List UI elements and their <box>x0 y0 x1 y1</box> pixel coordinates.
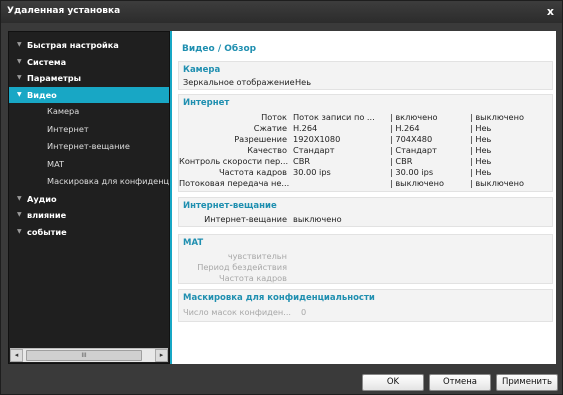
camera-heading: Камера <box>183 65 221 75</box>
privacy-heading: Маскировка для конфиденциальности <box>183 293 375 303</box>
stream3-value: | выключено <box>470 178 524 188</box>
content-panel: Видео / Обзор Камера Зеркальное отображе… <box>170 31 556 364</box>
tree-item-audio[interactable]: ▼ Аудио <box>9 191 169 208</box>
close-icon[interactable]: x <box>547 5 554 18</box>
stream2-value: | включено <box>390 112 438 122</box>
tree-subitem-privacy-mask[interactable]: Маскировка для конфиденци <box>9 173 169 191</box>
scroll-right-icon[interactable]: ▸ <box>155 349 168 362</box>
window-title: Удаленная установка <box>7 6 121 16</box>
mat-row: Период бездействия <box>179 262 554 273</box>
stream2-value: | H.264 <box>390 123 420 133</box>
internet-heading: Интернет <box>183 98 230 108</box>
expand-triangle-icon: ▼ <box>17 57 22 65</box>
stream1-value: Стандарт <box>293 145 335 155</box>
mirror-row: Зеркальное отображение Неь <box>179 77 554 88</box>
row-label: Сжатие <box>253 123 287 133</box>
broadcast-section: Интернет-вещание Интернет-вещание выключ… <box>178 197 553 227</box>
broadcast-value: выключено <box>293 214 342 224</box>
mat-label: Период бездействия <box>197 262 287 272</box>
collapse-triangle-icon: ▼ <box>17 90 22 98</box>
mat-heading: MAT <box>183 238 204 248</box>
tree-item-influence[interactable]: ▼ влияние <box>9 207 169 224</box>
camera-section: Камера Зеркальное отображение Неь <box>178 61 553 90</box>
mat-label: чувствительн <box>227 251 287 261</box>
row-label: Качество <box>247 145 287 155</box>
row-label: Контроль скорости пер... <box>179 156 289 166</box>
stream3-value: | выключено <box>470 112 524 122</box>
row-label: Поток <box>261 112 287 122</box>
stream2-value: | 30.00 ips <box>390 167 434 177</box>
stream1-value: 1920X1080 <box>293 134 341 144</box>
stream3-value: | Неь <box>470 134 492 144</box>
page-title: Видео / Обзор <box>182 44 257 54</box>
privacy-value: 0 <box>301 307 307 317</box>
privacy-row: Число масок конфиден... 0 <box>179 307 554 318</box>
mat-section: MAT чувствительн Период бездействия Част… <box>178 234 553 284</box>
mat-label: Частота кадров <box>219 273 287 283</box>
stream3-value: | Неь <box>470 123 492 133</box>
ok-button[interactable]: OK <box>362 374 424 391</box>
internet-row: Качество Стандарт | Стандарт | Неь <box>179 145 554 156</box>
tree-item-system[interactable]: ▼ Система <box>9 54 169 71</box>
expand-triangle-icon: ▼ <box>17 194 22 202</box>
internet-row: Разрешение 1920X1080 | 704X480 | Неь <box>179 134 554 145</box>
horizontal-scrollbar[interactable]: ◂ III ▸ <box>10 348 168 362</box>
stream2-value: | выключено <box>390 178 444 188</box>
stream1-value: Поток записи по ... <box>293 112 375 122</box>
mat-row: чувствительн <box>179 251 554 262</box>
stream1-value: 30.00 ips <box>293 167 331 177</box>
row-label: Разрешение <box>234 134 287 144</box>
expand-triangle-icon: ▼ <box>17 211 22 218</box>
scroll-thumb[interactable]: III <box>26 350 142 361</box>
stream1-value: H.264 <box>293 123 318 133</box>
remote-setup-window: Удаленная установка x ▼ Быстрая настройка… <box>0 0 563 395</box>
tree-item-parameters[interactable]: ▼ Параметры <box>9 70 169 87</box>
broadcast-row: Интернет-вещание выключено <box>179 214 554 225</box>
tree-subitem-mat[interactable]: MAT <box>9 156 169 174</box>
settings-tree: ▼ Быстрая настройка ▼ Система ▼ Параметры ▼… <box>9 32 169 347</box>
mirror-value: Неь <box>295 77 312 87</box>
privacy-label: Число масок конфиден... <box>183 307 292 317</box>
internet-row: Поток Поток записи по ... | включено | в… <box>179 112 554 123</box>
broadcast-label: Интернет-вещание <box>204 214 287 224</box>
stream2-value: | Стандарт <box>390 145 437 155</box>
internet-row: Частота кадров 30.00 ips | 30.00 ips | Н… <box>179 167 554 178</box>
dialog-footer: OK Отмена Применить <box>1 367 562 394</box>
stream3-value: | Неь <box>470 156 492 166</box>
tree-item-video[interactable]: ▼ Видео <box>9 86 169 103</box>
apply-button[interactable]: Применить <box>496 374 558 391</box>
sidebar: ▼ Быстрая настройка ▼ Система ▼ Параметры ▼… <box>8 31 170 364</box>
expand-triangle-icon: ▼ <box>17 74 22 81</box>
stream3-value: | Неь <box>470 145 492 155</box>
stream1-value: CBR <box>293 156 311 166</box>
mat-row: Частота кадров <box>179 273 554 284</box>
privacy-section: Маскировка для конфиденциальности Число … <box>178 289 553 322</box>
stream2-value: | CBR <box>390 156 413 166</box>
stream2-value: | 704X480 <box>390 134 433 144</box>
internet-row: Потоковая передача не... | выключено | в… <box>179 178 554 189</box>
tree-item-event[interactable]: ▼ событие <box>9 224 169 241</box>
expand-triangle-icon: ▼ <box>17 227 22 235</box>
broadcast-heading: Интернет-вещание <box>183 201 277 211</box>
mirror-label: Зеркальное отображение <box>183 77 295 87</box>
tree-subitem-internet[interactable]: Интернет <box>9 121 169 139</box>
tree-item-quick-setup[interactable]: ▼ Быстрая настройка <box>9 37 169 54</box>
scroll-left-icon[interactable]: ◂ <box>10 349 23 362</box>
row-label: Частота кадров <box>219 167 287 177</box>
internet-row: Сжатие H.264 | H.264 | Неь <box>179 123 554 134</box>
expand-triangle-icon: ▼ <box>17 41 22 48</box>
tree-subitem-broadcast[interactable]: Интернет-вещание <box>9 138 169 156</box>
internet-section: Интернет Поток Поток записи по ... | вкл… <box>178 94 553 192</box>
internet-row: Контроль скорости пер... CBR | CBR | Неь <box>179 156 554 167</box>
cancel-button[interactable]: Отмена <box>429 374 491 391</box>
title-bar: Удаленная установка x <box>1 1 562 23</box>
row-label: Потоковая передача не... <box>179 178 290 188</box>
tree-subitem-camera[interactable]: Камера <box>9 103 169 121</box>
stream3-value: | Неь <box>470 167 492 177</box>
